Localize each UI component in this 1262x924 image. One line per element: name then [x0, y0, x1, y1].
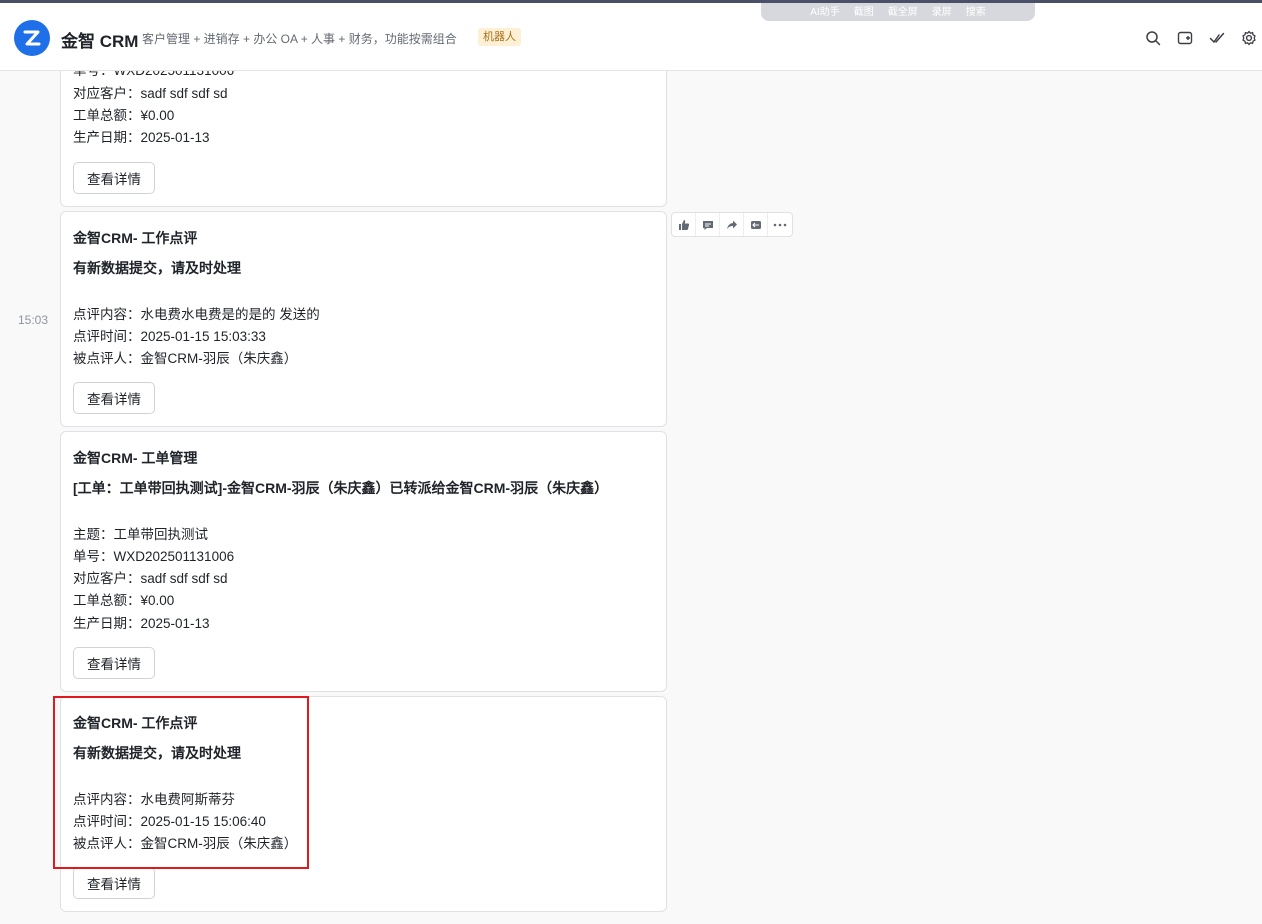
search-button[interactable]: 搜索: [966, 3, 986, 18]
card-title: 金智CRM- 工作点评: [73, 230, 198, 246]
card-subtitle: 有新数据提交，请及时处理: [73, 260, 241, 276]
chat-title: 金智 CRM: [61, 32, 139, 51]
card-field: 单号：WXD202501131006: [73, 549, 235, 564]
add-chat-icon[interactable]: [1176, 29, 1194, 47]
ai-assistant-button[interactable]: AI助手: [810, 3, 839, 18]
card-field: 对应客户：sadf sdf sdf sd: [73, 86, 228, 101]
message-card: 金智CRM- 工作点评 有新数据提交，请及时处理 点评内容：水电费水电费是的是的…: [60, 211, 667, 427]
card-field: 点评内容：水电费水电费是的是的 发送的: [73, 307, 320, 322]
bot-badge: 机器人: [478, 28, 521, 46]
search-icon[interactable]: [1144, 29, 1162, 47]
check-icon[interactable]: [1208, 29, 1226, 47]
app-logo-icon: [14, 20, 50, 56]
card-title: 金智CRM- 工单管理: [73, 450, 198, 466]
card-field: 工单总额：¥0.00: [73, 108, 175, 123]
card-field: 对应客户：sadf sdf sdf sd: [73, 571, 228, 586]
more-icon[interactable]: [768, 213, 792, 236]
message-actions: [671, 212, 793, 237]
screenshot-button[interactable]: 截图: [854, 3, 874, 18]
forward-icon[interactable]: [720, 213, 744, 236]
settings-icon[interactable]: [1240, 29, 1258, 47]
highlight-box: [53, 696, 309, 869]
floating-toolbar: AI助手 截图 截全屏 录屏 搜索: [761, 0, 1035, 21]
chat-header: 金智 CRM 客户管理 + 进销存 + 办公 OA + 人事 + 财务，功能按需…: [0, 3, 1262, 71]
card-field: 被点评人：金智CRM-羽辰（朱庆鑫）: [73, 351, 298, 366]
card-field: 点评时间：2025-01-15 15:03:33: [73, 329, 266, 344]
message-timestamp: 15:03: [18, 313, 49, 327]
chat-description: 客户管理 + 进销存 + 办公 OA + 人事 + 财务，功能按需组合: [142, 32, 457, 46]
view-details-button[interactable]: 查看详情: [73, 162, 155, 194]
card-field: 生产日期：2025-01-13: [73, 130, 210, 145]
thumbs-up-icon[interactable]: [672, 213, 696, 236]
card-field: 生产日期：2025-01-13: [73, 616, 210, 631]
view-details-button[interactable]: 查看详情: [73, 867, 155, 899]
record-screen-button[interactable]: 录屏: [932, 3, 952, 18]
view-details-button[interactable]: 查看详情: [73, 647, 155, 679]
card-field: 主题：工单带回执测试: [73, 527, 208, 542]
fullscreen-capture-button[interactable]: 截全屏: [888, 3, 918, 18]
top-strip: [0, 0, 1262, 3]
reply-icon[interactable]: [744, 213, 768, 236]
card-subtitle: [工单：工单带回执测试]-金智CRM-羽辰（朱庆鑫）已转派给金智CRM-羽辰（朱…: [73, 480, 609, 496]
message-card: 金智CRM- 工单管理 [工单：工单带回执测试]-金智CRM-羽辰（朱庆鑫）已转…: [60, 431, 667, 692]
card-field: 工单总额：¥0.00: [73, 593, 175, 608]
comment-icon[interactable]: [696, 213, 720, 236]
view-details-button[interactable]: 查看详情: [73, 382, 155, 414]
